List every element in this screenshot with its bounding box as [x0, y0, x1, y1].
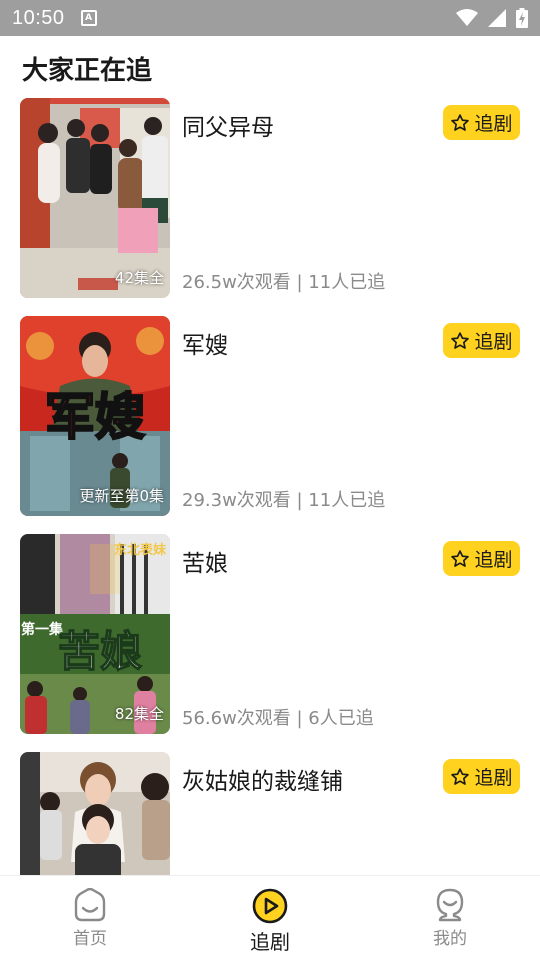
drama-item[interactable]: 42集全 同父异母 26.5w次观看 | 11人已追 追剧: [0, 98, 540, 316]
episode-badge: 42集全: [114, 269, 164, 287]
star-icon: [451, 549, 470, 567]
drama-title[interactable]: 苦娘: [182, 544, 228, 578]
drama-stats: 29.3w次观看 | 11人已追: [182, 490, 386, 511]
episode-badge: 82集全: [114, 705, 164, 723]
follow-button[interactable]: 追剧: [443, 105, 520, 140]
follow-button[interactable]: 追剧: [443, 759, 520, 794]
drama-thumbnail[interactable]: 东北表妹 第一集 苦娘 82集全: [20, 534, 170, 734]
drama-item[interactable]: 东北表妹 第一集 苦娘 82集全 苦娘 56.6w次观看 | 6人已追 追剧: [0, 534, 540, 752]
star-icon: [451, 113, 470, 131]
follow-label: 追剧: [474, 549, 513, 571]
home-icon: [74, 888, 106, 922]
drama-title[interactable]: 同父异母: [182, 108, 274, 142]
follow-label: 追剧: [474, 767, 513, 789]
bottom-nav: 首页 追剧 我的: [0, 875, 540, 960]
drama-stats: 26.5w次观看 | 11人已追: [182, 272, 386, 293]
drama-thumbnail[interactable]: 42集全: [20, 98, 170, 298]
episode-badge: 更新至第0集: [79, 487, 164, 505]
status-bar: 10:50 A: [0, 0, 540, 36]
drama-list: 42集全 同父异母 26.5w次观看 | 11人已追 追剧 军嫂 更新至第0集 …: [0, 98, 540, 960]
star-icon: [451, 767, 470, 785]
profile-icon: [436, 888, 464, 922]
drama-stats: 56.6w次观看 | 6人已追: [182, 708, 374, 729]
poster-title-art: 军嫂: [45, 387, 145, 446]
page-title: 大家正在追: [22, 56, 153, 86]
a-box-icon: A: [80, 10, 97, 26]
drama-title[interactable]: 军嫂: [182, 326, 228, 360]
drama-item[interactable]: 军嫂 更新至第0集 军嫂 29.3w次观看 | 11人已追 追剧: [0, 316, 540, 534]
nav-home[interactable]: 首页: [0, 876, 180, 960]
signal-icon: [488, 9, 506, 27]
nav-follow-label: 追剧: [250, 930, 290, 954]
nav-home-label: 首页: [73, 929, 107, 949]
follow-button[interactable]: 追剧: [443, 541, 520, 576]
drama-title[interactable]: 灰姑娘的裁缝铺: [182, 762, 343, 796]
follow-label: 追剧: [474, 331, 513, 353]
status-icons: [456, 8, 528, 28]
star-icon: [451, 331, 470, 349]
nav-profile-label: 我的: [433, 929, 467, 949]
poster-title-art: 苦娘: [58, 627, 142, 676]
play-circle-icon: [252, 888, 288, 924]
follow-label: 追剧: [474, 113, 513, 135]
drama-thumbnail[interactable]: 军嫂 更新至第0集: [20, 316, 170, 516]
nav-follow[interactable]: 追剧: [180, 876, 360, 960]
poster-side-text: 东北表妹: [114, 542, 167, 558]
battery-charging-icon: [516, 8, 528, 28]
nav-profile[interactable]: 我的: [360, 876, 540, 960]
status-time: 10:50: [12, 6, 65, 29]
wifi-icon: [456, 9, 478, 26]
follow-button[interactable]: 追剧: [443, 323, 520, 358]
